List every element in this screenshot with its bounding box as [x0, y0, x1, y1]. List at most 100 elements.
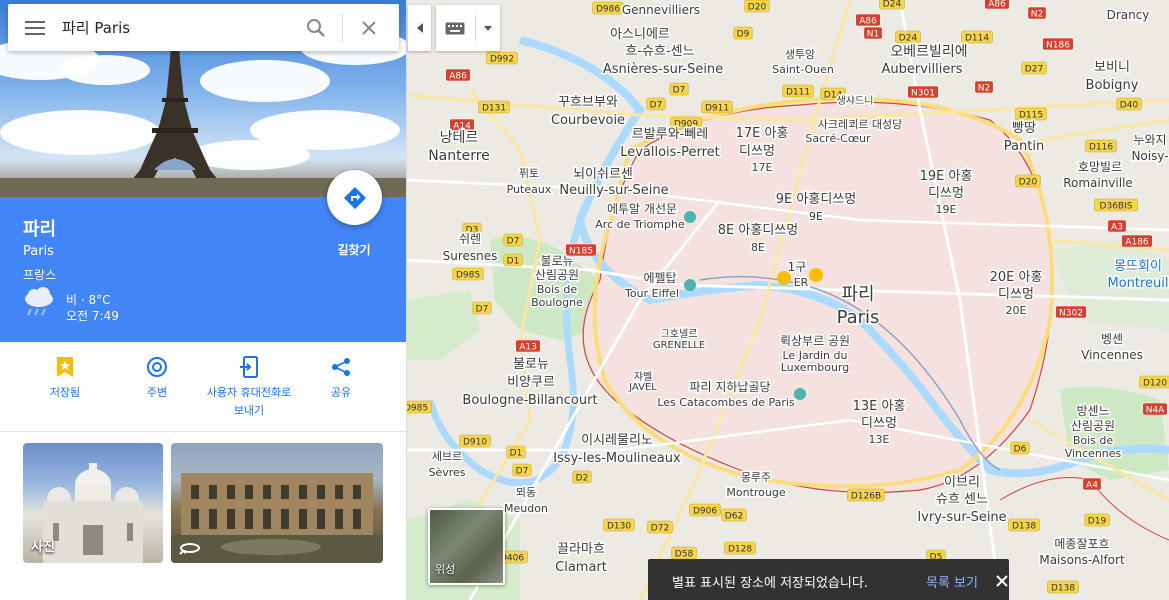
- map-place-label[interactable]: 몽루주: [739, 470, 772, 486]
- map-place-label[interactable]: 메종잘포흐: [1053, 536, 1111, 553]
- map-place-label[interactable]: 19E 아홍: [918, 168, 974, 186]
- map-place-label[interactable]: Clamart: [554, 559, 609, 577]
- map-place-label[interactable]: Arc de Triomphe: [594, 217, 687, 233]
- send-to-phone-action[interactable]: 사용자 휴대전화로 보내기: [205, 354, 293, 420]
- map-place-label[interactable]: 그호넬르: [659, 327, 699, 342]
- directions-label[interactable]: 길찾기: [322, 241, 386, 258]
- map-place-label[interactable]: 퓌토: [517, 166, 540, 182]
- map-place-label[interactable]: 사크레쾨르 대성당: [816, 117, 903, 133]
- map-place-label[interactable]: Ivry-sur-Seine: [916, 509, 1008, 527]
- map-place-label[interactable]: Drancy: [1105, 7, 1151, 24]
- map-place-label[interactable]: 흐-슈흐-센느: [624, 43, 696, 61]
- map-place-label[interactable]: 9E: [808, 209, 825, 225]
- map-place-label[interactable]: 디쓰멍: [997, 286, 1036, 304]
- map-place-label[interactable]: 20E: [1004, 303, 1028, 319]
- map-place-label[interactable]: Puteaux: [505, 182, 553, 198]
- map-place-label[interactable]: 불로뉴: [539, 253, 575, 270]
- map-place-label[interactable]: Bobigny: [1084, 77, 1140, 95]
- collapse-panel-button[interactable]: [408, 5, 431, 51]
- map-place-label[interactable]: 8E 아홍디쓰멍: [716, 222, 799, 240]
- map-place-label[interactable]: 9E 아홍디쓰멍: [774, 191, 857, 209]
- map-place-label[interactable]: 13E: [867, 432, 891, 448]
- satellite-toggle[interactable]: 위성: [428, 508, 505, 585]
- street-view-thumbnail[interactable]: [171, 443, 383, 563]
- map-place-label[interactable]: 20E 아홍: [988, 269, 1044, 287]
- map-place-label[interactable]: ER: [792, 275, 810, 291]
- map-place-label[interactable]: 끌라마흐: [556, 541, 607, 559]
- photos-thumbnail[interactable]: 사진: [23, 443, 163, 563]
- map-place-label[interactable]: 불로뉴: [512, 356, 551, 374]
- map-place-label[interactable]: 세브르: [430, 449, 463, 465]
- map-place-label[interactable]: Neuilly-sur-Seine: [558, 182, 670, 200]
- map-place-label[interactable]: Asnières-sur-Seine: [601, 61, 724, 79]
- map-place-label[interactable]: 몽뜨회이: [1113, 258, 1164, 276]
- map-place-label[interactable]: 파리: [840, 283, 876, 307]
- map-place-label[interactable]: Boulogne-Billancourt: [461, 392, 599, 410]
- clear-search-button[interactable]: [343, 4, 395, 51]
- map-place-label[interactable]: 생투앙: [783, 47, 816, 63]
- map-place-label[interactable]: 뇌이쉬르센: [572, 166, 635, 184]
- map-place-label[interactable]: 19E: [934, 202, 958, 218]
- map-place-label[interactable]: Boulogne: [530, 295, 585, 311]
- menu-button[interactable]: [8, 4, 62, 51]
- map-place-label[interactable]: 오베르빌리에: [889, 43, 969, 62]
- snackbar-close-button[interactable]: [996, 572, 1008, 591]
- map-place-label[interactable]: Noisy-: [1130, 148, 1169, 165]
- map-place-label[interactable]: Luxembourg: [779, 360, 851, 376]
- map-place-label[interactable]: Tour Eiffel: [623, 286, 681, 302]
- share-action[interactable]: 공유: [297, 354, 385, 402]
- map-place-label[interactable]: 에펠탑: [642, 270, 678, 287]
- map-place-label[interactable]: Maisons-Alfort: [1038, 552, 1127, 569]
- map-place-label[interactable]: 슈흐 센느: [935, 491, 990, 509]
- map-place-label[interactable]: 이시레물리노: [580, 432, 655, 450]
- map-place-label[interactable]: 호망빌르: [1076, 159, 1123, 176]
- map-place-label[interactable]: Montreuil: [1106, 275, 1169, 293]
- map-place-label[interactable]: 이브리: [943, 474, 982, 492]
- nearby-action[interactable]: 주변: [113, 354, 201, 402]
- map-place-label[interactable]: 17E: [750, 160, 774, 176]
- map-place-label[interactable]: 낭테르: [438, 129, 480, 148]
- map-place-label[interactable]: Saint-Ouen: [771, 62, 836, 78]
- map-place-label[interactable]: Gennevilliers: [620, 2, 701, 19]
- map-place-label[interactable]: 1구: [786, 259, 808, 276]
- map-place-label[interactable]: 17E 아홍: [734, 125, 790, 143]
- map-place-label[interactable]: 아스니에르: [609, 26, 672, 44]
- map-place-label[interactable]: Vincennes: [1063, 446, 1123, 462]
- map-place-label[interactable]: 디쓰멍: [927, 185, 966, 203]
- map-place-label[interactable]: Sacré-Cœur: [804, 131, 873, 147]
- map-place-label[interactable]: Bois de: [1071, 433, 1115, 449]
- map-place-label[interactable]: 디쓰멍: [860, 415, 899, 433]
- map-place-label[interactable]: Issy-les-Moulineaux: [552, 450, 683, 468]
- map-place-label[interactable]: JAVEL: [627, 381, 659, 395]
- map-place-label[interactable]: 13E 아홍: [851, 398, 907, 416]
- map-place-label[interactable]: Vincennes: [1080, 347, 1145, 364]
- map-place-label[interactable]: 생샤드니: [835, 94, 875, 109]
- map-place-label[interactable]: Paris: [835, 306, 881, 330]
- map-place-label[interactable]: 8E: [750, 240, 767, 256]
- map-place-label[interactable]: 빵땅: [1011, 120, 1038, 138]
- map-place-label[interactable]: 에투알 개선문: [605, 201, 678, 218]
- map-place-label[interactable]: Pantin: [1002, 138, 1045, 156]
- map-place-label[interactable]: 파리 지하납골당: [688, 379, 772, 396]
- map-place-label[interactable]: 디쓰멍: [738, 143, 777, 161]
- view-list-link[interactable]: 목록 보기: [926, 572, 978, 591]
- map-place-label[interactable]: Romainville: [1062, 175, 1135, 192]
- map-place-label[interactable]: 비양쿠르: [506, 374, 557, 392]
- directions-button[interactable]: [327, 170, 382, 225]
- map-place-label[interactable]: 뫼동: [514, 485, 537, 501]
- search-input[interactable]: [62, 7, 290, 48]
- map-place-label[interactable]: Meudon: [503, 501, 550, 517]
- map-place-label[interactable]: 산림공원: [533, 267, 580, 284]
- map-canvas[interactable]: D986 D20 D24 A86 N2 A86 N1 D24 D114 N186 D9 D992 A86…: [407, 0, 1169, 600]
- map-place-label[interactable]: 뤽상부르 공원: [778, 333, 851, 350]
- map-place-label[interactable]: 쉬렌: [457, 231, 482, 248]
- save-action[interactable]: 저장됨: [21, 354, 109, 402]
- map-place-label[interactable]: 꾸흐브부와: [557, 94, 620, 112]
- map-place-label[interactable]: Montrouge: [725, 485, 787, 501]
- input-tools-button[interactable]: [436, 5, 500, 51]
- search-button[interactable]: [290, 4, 342, 51]
- map-place-label[interactable]: Suresnes: [441, 248, 499, 265]
- map-place-label[interactable]: 보비니: [1093, 59, 1132, 77]
- map-place-label[interactable]: 벵센: [1099, 331, 1124, 348]
- map-place-label[interactable]: Aubervilliers: [880, 61, 964, 79]
